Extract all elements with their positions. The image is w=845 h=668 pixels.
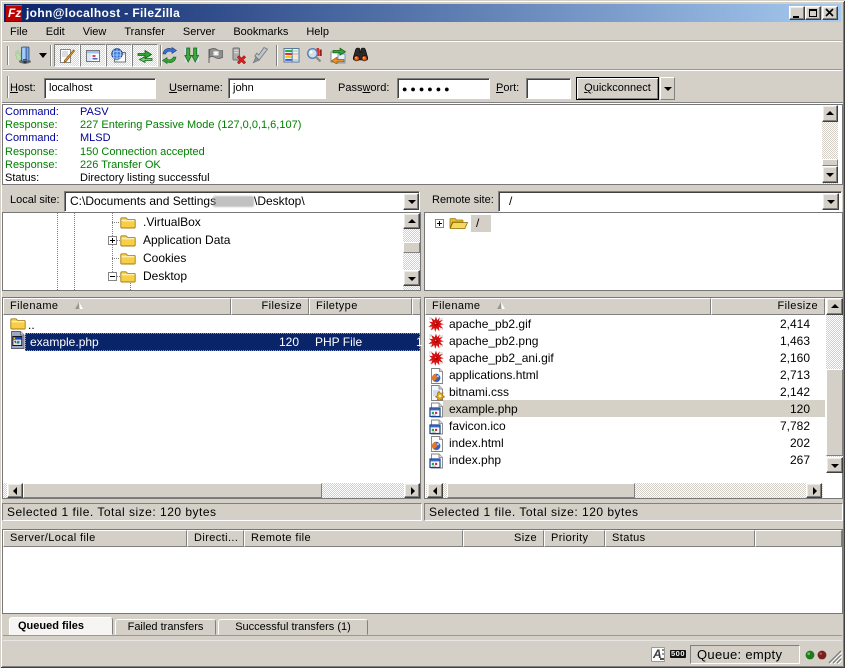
svg-text:Fz: Fz	[8, 6, 21, 20]
